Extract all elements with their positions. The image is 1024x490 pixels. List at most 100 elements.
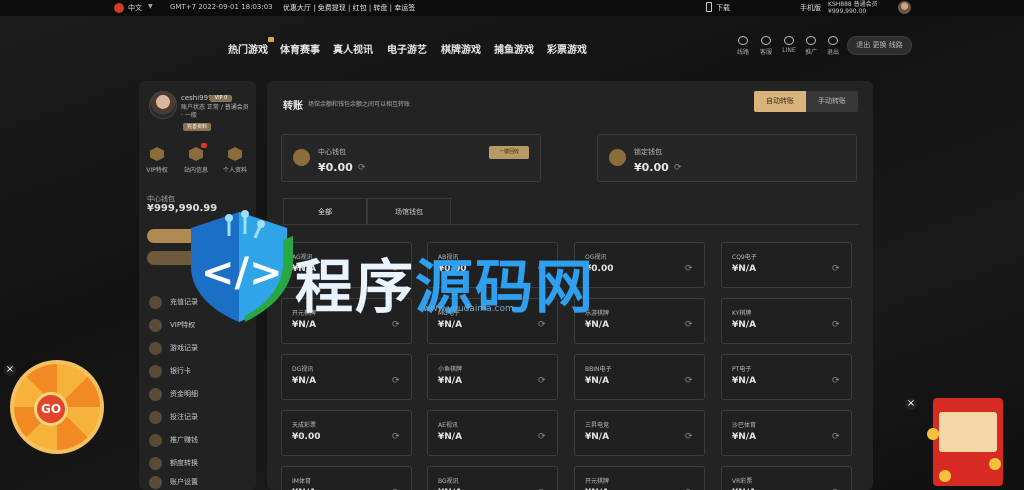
sidebar-item-label: 银行卡 — [170, 367, 191, 375]
venue-name: IM体育 — [292, 478, 311, 485]
nav-headset[interactable]: 客服 — [756, 36, 776, 56]
venue-wallet-card[interactable]: VR彩票¥N/A⟳ — [721, 466, 852, 490]
venue-wallet-card[interactable]: BBIN电子 ¥N/A ⟳ — [574, 354, 705, 400]
menu-icon — [149, 433, 162, 447]
close-icon[interactable]: × — [905, 398, 917, 410]
message-icon — [189, 147, 203, 161]
venue-name: 天成彩票 — [292, 422, 317, 429]
wallet-label: 中心钱包 — [318, 148, 346, 156]
avatar[interactable] — [149, 91, 177, 119]
close-icon[interactable]: × — [4, 364, 16, 376]
venue-wallet-card[interactable]: 小鱼棋牌 ¥N/A ⟳ — [427, 354, 558, 400]
globe-icon — [738, 36, 748, 45]
nav-item-slots[interactable]: 电子游艺 — [387, 41, 427, 56]
venue-wallet-card[interactable]: AE视讯 ¥N/A ⟳ — [427, 410, 558, 456]
quick-label: 站内信息 — [183, 167, 208, 174]
venue-wallet-card[interactable]: 开元棋牌¥N/A⟳ — [574, 466, 705, 490]
sidebar-item[interactable]: 资金明细 — [149, 385, 198, 403]
venue-amount: ¥N/A — [732, 376, 757, 386]
refresh-icon[interactable]: ⟳ — [685, 376, 693, 386]
refresh-icon[interactable]: ⟳ — [392, 432, 400, 442]
chevron-down-icon[interactable]: ▼ — [148, 3, 153, 10]
nav-item-fishing[interactable]: 捕鱼游戏 — [494, 41, 534, 56]
refresh-icon[interactable]: ⟳ — [685, 320, 693, 330]
top-links[interactable]: 优惠大厅 | 免费提现 | 红包 | 转盘 | 幸运签 — [283, 3, 415, 13]
refresh-icon[interactable]: ⟳ — [832, 432, 840, 442]
nav-item-cards[interactable]: 棋牌游戏 — [441, 41, 481, 56]
refresh-icon[interactable]: ⟳ — [685, 432, 693, 442]
sidebar-item[interactable]: 银行卡 — [149, 362, 191, 380]
nav-icon-label: 客服 — [759, 49, 772, 56]
download-link[interactable]: 下载 — [716, 3, 730, 13]
venue-wallet-card[interactable]: 三昇电竞 ¥N/A ⟳ — [574, 410, 705, 456]
venue-wallet-card[interactable]: CQ9电子 ¥N/A ⟳ — [721, 242, 852, 288]
venue-name: 三昇电竞 — [585, 422, 610, 429]
coin-icon — [989, 458, 1001, 470]
coin-icon — [927, 428, 939, 440]
venue-wallet-card[interactable]: KY棋牌 ¥N/A ⟳ — [721, 298, 852, 344]
recall-all-button[interactable]: 一键回收 — [489, 146, 529, 159]
wallet-amount: ¥0.00 — [634, 161, 669, 174]
sidebar-item[interactable]: 推广赚钱 — [149, 431, 198, 449]
sidebar-item[interactable]: 账户设置 — [149, 473, 198, 490]
nav-chat[interactable]: LINE — [779, 36, 799, 54]
watermark-url: www.youdaima.com — [423, 304, 514, 314]
language-selector[interactable]: 中文 — [128, 3, 142, 13]
refresh-icon[interactable]: ⟳ — [685, 264, 693, 274]
refresh-icon[interactable]: ⟳ — [392, 376, 400, 386]
venue-wallet-card[interactable]: BG视讯¥N/A⟳ — [427, 466, 558, 490]
sidebar-item-label: 推广赚钱 — [170, 436, 198, 444]
user-icon — [228, 147, 242, 161]
quick-profile[interactable]: 个人资料 — [220, 147, 250, 174]
quick-message[interactable]: 站内信息 — [181, 147, 211, 174]
venue-amount: ¥N/A — [732, 320, 757, 330]
manual-transfer-toggle[interactable]: 手动转账 — [806, 91, 858, 112]
refresh-icon[interactable]: ⟳ — [674, 163, 682, 173]
venue-name: PT电子 — [732, 366, 752, 373]
venue-name: BG视讯 — [438, 478, 459, 485]
china-flag-icon[interactable] — [114, 3, 124, 13]
code-shield-icon: </> — [191, 210, 293, 322]
wheel-go-button[interactable]: GO — [34, 392, 68, 426]
venue-wallet-card[interactable]: IM体育¥N/A⟳ — [281, 466, 412, 490]
refresh-icon[interactable]: ⟳ — [538, 376, 546, 386]
red-envelope[interactable] — [927, 398, 1003, 486]
nav-group[interactable]: 推广 — [801, 36, 821, 56]
menu-icon — [149, 364, 162, 378]
venue-wallet-card[interactable]: DG视讯 ¥N/A ⟳ — [281, 354, 412, 400]
sidebar-item-label: 游戏记录 — [170, 344, 198, 352]
mobile-link[interactable]: 手机版 — [800, 3, 821, 13]
venue-amount: ¥N/A — [585, 432, 610, 442]
venue-name: AE视讯 — [438, 422, 458, 429]
phone-icon[interactable] — [706, 2, 712, 12]
quick-vip[interactable]: VIP特权 — [142, 147, 172, 174]
nav-item-sports[interactable]: 体育赛事 — [280, 41, 320, 56]
refresh-icon[interactable]: ⟳ — [832, 320, 840, 330]
auto-transfer-toggle[interactable]: 自动转账 — [754, 91, 806, 112]
venue-name: 沙巴体育 — [732, 422, 757, 429]
venue-name: 小鱼棋牌 — [438, 366, 463, 373]
refresh-icon[interactable]: ⟳ — [832, 376, 840, 386]
switch-line-button[interactable]: 退出 更换 线路 — [847, 36, 912, 55]
refresh-icon[interactable]: ⟳ — [538, 432, 546, 442]
sidebar-item[interactable]: 投注记录 — [149, 408, 198, 426]
nav-item-lottery[interactable]: 彩票游戏 — [547, 41, 587, 56]
venue-wallet-card[interactable]: 天成彩票 ¥0.00 ⟳ — [281, 410, 412, 456]
sidebar-item[interactable]: 游戏记录 — [149, 339, 198, 357]
refresh-icon[interactable]: ⟳ — [832, 264, 840, 274]
venue-wallet-card[interactable]: PT电子 ¥N/A ⟳ — [721, 354, 852, 400]
nav-item-live[interactable]: 真人视讯 — [333, 41, 373, 56]
refresh-icon[interactable]: ⟳ — [358, 163, 366, 173]
nav-lock[interactable]: 退出 — [823, 36, 843, 56]
venue-name: 开元棋牌 — [585, 478, 610, 485]
nav-globe[interactable]: 线路 — [733, 36, 753, 56]
venue-amount: ¥N/A — [732, 264, 757, 274]
envelope-flap — [939, 412, 997, 452]
profile-badge[interactable]: 完善资料 — [183, 123, 211, 131]
sidebar-item[interactable]: 额度转换 — [149, 454, 198, 472]
user-summary[interactable]: KSH888 普通会员 ¥999,990.00 — [828, 1, 878, 15]
locked-wallet: 锁定钱包 ¥0.00 ⟳ — [597, 134, 857, 182]
avatar[interactable] — [898, 1, 911, 14]
nav-item-hot[interactable]: 热门游戏 — [228, 37, 274, 56]
venue-wallet-card[interactable]: 沙巴体育 ¥N/A ⟳ — [721, 410, 852, 456]
